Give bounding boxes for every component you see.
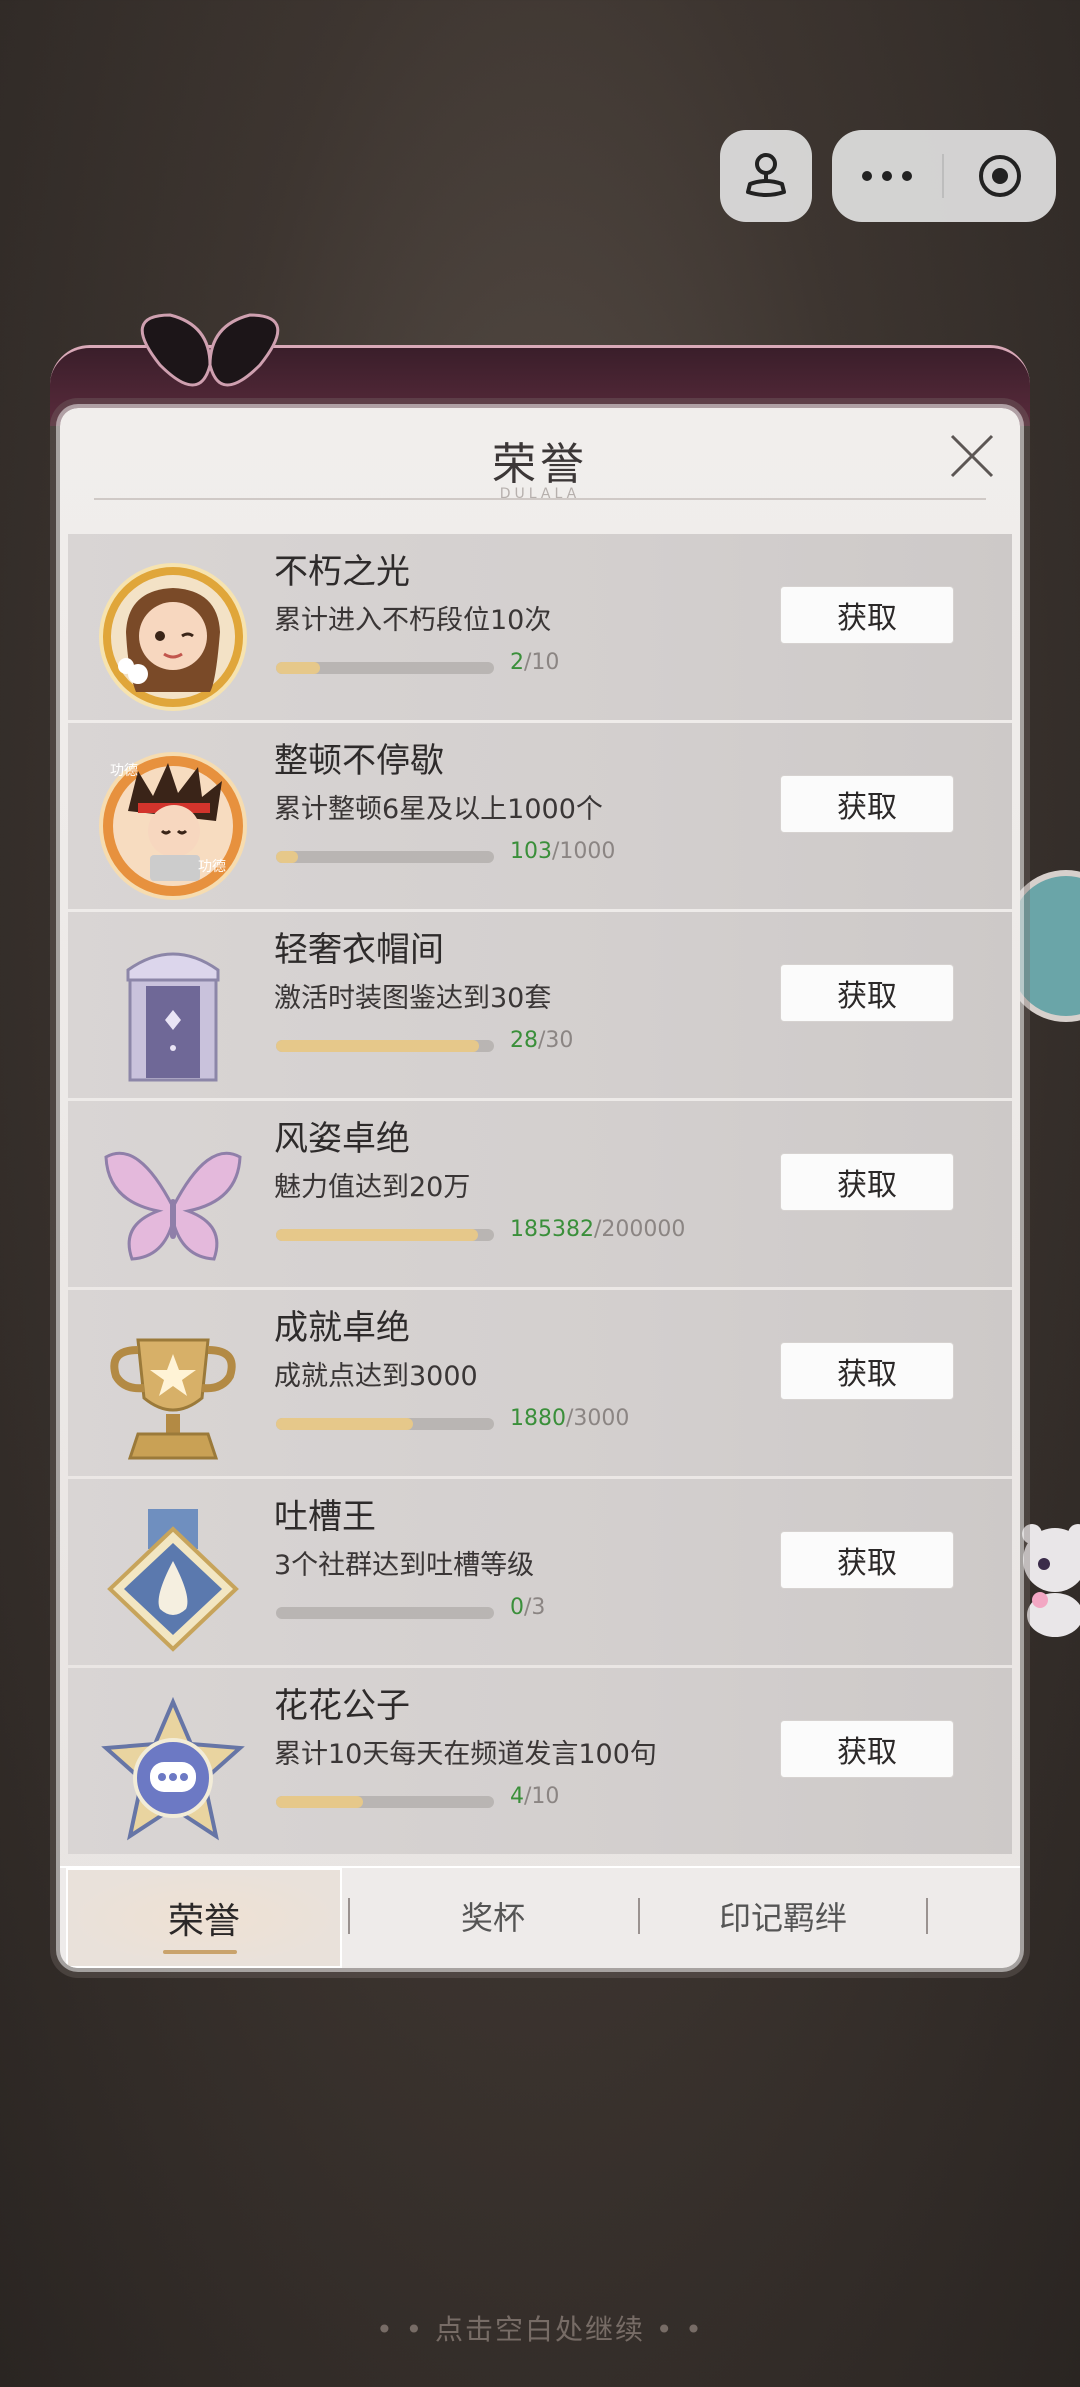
progress-fill xyxy=(276,1040,480,1052)
progress-current: 103 xyxy=(510,839,552,864)
svg-text:功德: 功德 xyxy=(110,763,138,779)
svg-text:功德: 功德 xyxy=(198,859,226,875)
laurel-girl-avatar xyxy=(98,562,248,712)
progress-text: 0/3 xyxy=(510,1595,546,1620)
honor-description: 累计进入不朽段位10次 xyxy=(274,605,552,636)
progress-bar xyxy=(276,1796,494,1808)
tab-divider xyxy=(926,1898,928,1934)
title-divider xyxy=(94,498,986,500)
continue-hint[interactable]: • • 点击空白处继续 • • xyxy=(0,2308,1080,2348)
honor-row: 轻奢衣帽间激活时装图鉴达到30套 28/30 获取 xyxy=(68,912,1012,1098)
joystick-icon xyxy=(746,153,786,197)
honor-title: 轻奢衣帽间 xyxy=(274,930,444,970)
progress-current: 0 xyxy=(510,1595,524,1620)
honor-title: 整顿不停歇 xyxy=(274,741,444,781)
progress-current: 28 xyxy=(510,1028,538,1053)
honor-description: 累计整顿6星及以上1000个 xyxy=(274,794,603,825)
progress-text: 4/10 xyxy=(510,1784,560,1809)
honor-row: 花花公子累计10天每天在频道发言100句 4/10 获取 xyxy=(68,1668,1012,1854)
honor-panel: 荣誉 DULALA 不朽之光 累计进入不朽段位10次 2/10 获取 功德 功德 整顿不停歇… xyxy=(60,408,1020,1968)
progress-bar xyxy=(276,662,494,674)
progress-text: 28/30 xyxy=(510,1028,574,1053)
mini-program-capsule xyxy=(832,130,1056,222)
progress-total: 10 xyxy=(531,1784,560,1809)
tab-trophy[interactable]: 奖杯 xyxy=(350,1868,636,1964)
progress-total: 10 xyxy=(531,650,560,675)
progress-text: 103/1000 xyxy=(510,839,616,864)
honor-title: 花花公子 xyxy=(274,1686,410,1726)
panel-title: 荣誉 xyxy=(492,439,588,490)
progress-text: 185382/200000 xyxy=(510,1217,686,1242)
honor-row: 风姿卓绝魅力值达到20万 185382/200000 获取 xyxy=(68,1101,1012,1287)
progress-fill xyxy=(276,662,320,674)
progress-fill xyxy=(276,1796,364,1808)
exit-button[interactable] xyxy=(944,152,1056,200)
tab-label: 奖杯 xyxy=(460,1899,525,1937)
target-circle-icon xyxy=(979,155,1021,197)
progress-fill xyxy=(276,851,299,863)
obtain-button[interactable]: 获取 xyxy=(780,1531,954,1589)
obtain-button[interactable]: 获取 xyxy=(780,964,954,1022)
honor-description: 累计10天每天在频道发言100句 xyxy=(274,1739,657,1770)
honor-row: 成就卓绝成就点达到3000 1880/3000 获取 xyxy=(68,1290,1012,1476)
progress-current: 4 xyxy=(510,1784,524,1809)
active-tab-indicator xyxy=(163,1950,237,1954)
progress-total: 3 xyxy=(531,1595,546,1620)
honor-row: 吐槽王 3个社群达到吐槽等级 0/3 获取 xyxy=(68,1479,1012,1665)
honor-description: 激活时装图鉴达到30套 xyxy=(274,983,552,1014)
obtain-button[interactable]: 获取 xyxy=(780,775,954,833)
butterfly-icon xyxy=(98,1129,248,1279)
tab-honor[interactable]: 荣誉 xyxy=(66,1868,342,1968)
honor-title: 风姿卓绝 xyxy=(274,1119,410,1159)
honor-row: 功德 功德 整顿不停歇 累计整顿6星及以上1000个 103/1000 获取 xyxy=(68,723,1012,909)
tab-label: 印记羁绊 xyxy=(718,1899,847,1937)
headband-boy-avatar: 功德 功德 xyxy=(98,751,248,901)
honor-title: 成就卓绝 xyxy=(274,1308,410,1348)
progress-bar xyxy=(276,1607,494,1619)
progress-current: 185382 xyxy=(510,1217,594,1242)
progress-bar xyxy=(276,1040,494,1052)
progress-total: 3000 xyxy=(573,1406,630,1431)
progress-total: 1000 xyxy=(559,839,616,864)
gold-trophy-icon xyxy=(98,1318,248,1468)
honor-description: 魅力值达到20万 xyxy=(274,1172,471,1203)
obtain-button[interactable]: 获取 xyxy=(780,1720,954,1778)
progress-fill xyxy=(276,1229,479,1241)
ribbon-bow-icon xyxy=(140,313,280,387)
honor-list: 不朽之光 累计进入不朽段位10次 2/10 获取 功德 功德 整顿不停歇 累计整顿6星及以上1… xyxy=(68,534,1012,1857)
progress-fill xyxy=(276,1418,413,1430)
more-dots-icon xyxy=(862,171,872,181)
progress-bar xyxy=(276,1418,494,1430)
progress-current: 2 xyxy=(510,650,524,675)
bottom-tab-bar: 荣誉 奖杯 印记羁绊 xyxy=(60,1866,1020,1968)
joystick-button[interactable] xyxy=(720,130,812,222)
honor-description: 3个社群达到吐槽等级 xyxy=(274,1550,535,1581)
tab-label: 荣誉 xyxy=(167,1901,240,1942)
progress-bar xyxy=(276,851,494,863)
progress-text: 2/10 xyxy=(510,650,560,675)
honor-row: 不朽之光累计进入不朽段位10次 2/10 获取 xyxy=(68,534,1012,720)
obtain-button[interactable]: 获取 xyxy=(780,1342,954,1400)
progress-total: 30 xyxy=(545,1028,574,1053)
close-x-icon[interactable] xyxy=(946,430,998,482)
progress-total: 200000 xyxy=(601,1217,686,1242)
obtain-button[interactable]: 获取 xyxy=(780,1153,954,1211)
honor-description: 成就点达到3000 xyxy=(274,1361,478,1392)
bear-sticker-icon xyxy=(1022,1524,1080,1637)
honor-title: 吐槽王 xyxy=(274,1497,376,1537)
progress-current: 1880 xyxy=(510,1406,566,1431)
blue-medal-icon xyxy=(98,1507,248,1657)
more-button[interactable] xyxy=(832,171,942,181)
obtain-button[interactable]: 获取 xyxy=(780,586,954,644)
progress-text: 1880/3000 xyxy=(510,1406,630,1431)
progress-bar xyxy=(276,1229,494,1241)
chat-star-icon xyxy=(98,1696,248,1846)
honor-title: 不朽之光 xyxy=(274,552,410,592)
tab-mark-bond[interactable]: 印记羁绊 xyxy=(640,1868,926,1964)
wardrobe-door-icon xyxy=(98,940,248,1090)
